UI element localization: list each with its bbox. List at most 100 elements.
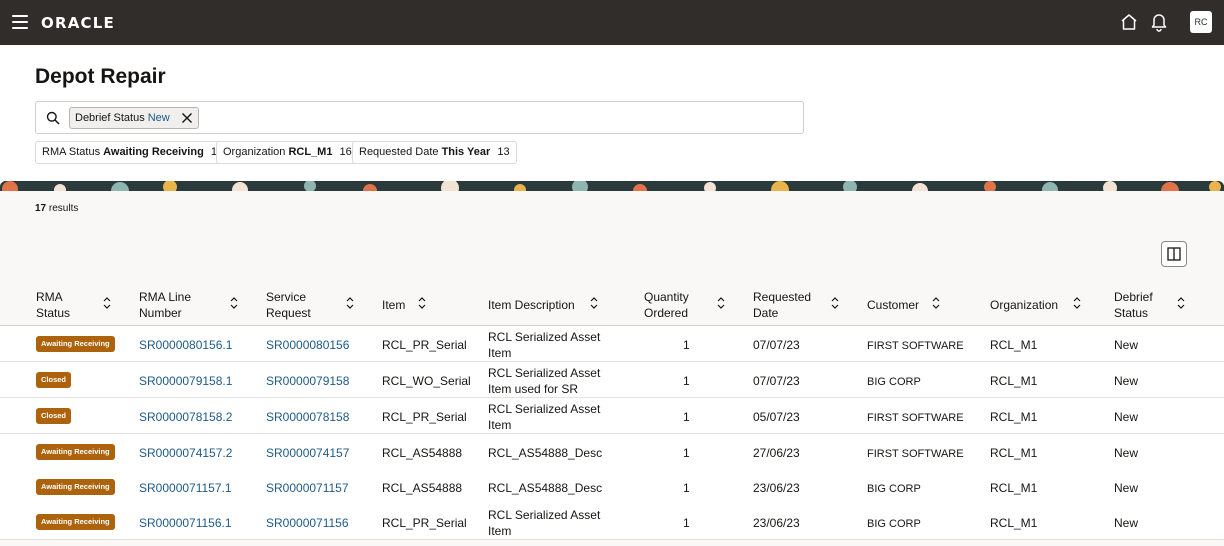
quantity-cell: 1 xyxy=(683,516,690,530)
oracle-logo[interactable]: ORACLE xyxy=(41,14,115,32)
column-header-item[interactable]: Item xyxy=(382,297,405,313)
organization-cell: RCL_M1 xyxy=(990,374,1038,388)
quantity-cell: 1 xyxy=(683,481,690,495)
service-request-link[interactable]: SR0000078158 xyxy=(266,409,349,425)
column-header-text: Date xyxy=(753,306,779,320)
column-header-text: Number xyxy=(139,306,182,320)
sort-icon[interactable] xyxy=(717,297,725,309)
sort-icon[interactable] xyxy=(932,297,940,309)
column-header-debrief-status[interactable]: Debrief Status xyxy=(1114,289,1153,321)
service-request-link[interactable]: SR0000074157 xyxy=(266,445,349,461)
column-header-service-request[interactable]: Service Request xyxy=(266,289,311,321)
customer-cell: FIRST SOFTWARE xyxy=(867,412,964,424)
suggestion-value: This Year xyxy=(441,146,491,158)
column-header-text: Organization xyxy=(990,298,1059,312)
filter-chip-label: Debrief Status xyxy=(75,112,145,124)
column-header-requested-date[interactable]: Requested Date xyxy=(753,289,811,321)
suggestion-label: Organization xyxy=(223,146,286,158)
table-row[interactable]: Awaiting Receiving SR0000074157.2 SR000007… xyxy=(0,434,1224,470)
service-request-link[interactable]: SR0000079158 xyxy=(266,373,349,389)
sort-icon[interactable] xyxy=(346,297,354,309)
column-header-text: Status xyxy=(36,306,71,320)
decorative-banner xyxy=(0,181,1224,191)
item-description-cell: RCL_AS54888_Desc xyxy=(488,445,602,461)
debrief-status-cell: New xyxy=(1114,516,1139,530)
organization-cell: RCL_M1 xyxy=(990,481,1038,495)
quantity-cell: 1 xyxy=(683,410,690,424)
item-description-cell: RCL Serialized Asset Item xyxy=(488,507,600,539)
customer-cell: BIG CORP xyxy=(867,518,921,530)
sort-icon[interactable] xyxy=(1177,297,1185,309)
sort-icon[interactable] xyxy=(590,297,598,309)
filter-chip-debrief-status[interactable]: Debrief Status New xyxy=(69,107,199,129)
suggestion-label: Requested Date xyxy=(359,146,439,158)
rma-line-link[interactable]: SR0000080156.1 xyxy=(139,337,232,353)
rma-line-link[interactable]: SR0000071156.1 xyxy=(139,515,232,531)
column-header-text: Item xyxy=(382,298,406,312)
item-description-line: Item xyxy=(488,524,512,538)
rma-line-link[interactable]: SR0000071157.1 xyxy=(139,480,232,496)
requested-date-cell: 23/06/23 xyxy=(753,481,800,495)
table-row[interactable]: Closed SR0000079158.1 SR0000079158 RCL_WO_S… xyxy=(0,362,1224,398)
column-header-text: Debrief xyxy=(1114,290,1153,304)
item-description-line: RCL_AS54888_Desc xyxy=(488,446,603,460)
column-header-text: Customer xyxy=(867,298,920,312)
organization-cell: RCL_M1 xyxy=(990,446,1038,460)
sort-icon[interactable] xyxy=(103,297,111,309)
menu-icon[interactable] xyxy=(12,15,28,29)
column-header-rma-status[interactable]: RMA Status xyxy=(36,289,70,321)
column-header-item-description[interactable]: Item Description xyxy=(488,297,575,313)
rma-line-link[interactable]: SR0000079158.1 xyxy=(139,373,232,389)
table-row[interactable]: Closed SR0000078158.2 SR0000078158 RCL_PR_S… xyxy=(0,398,1224,434)
item-description-cell: RCL Serialized Asset Item used for SR xyxy=(488,365,600,397)
item-description-line: RCL Serialized Asset xyxy=(488,402,601,416)
service-request-link[interactable]: SR0000080156 xyxy=(266,337,349,353)
sort-icon[interactable] xyxy=(1073,297,1081,309)
column-header-text: Ordered xyxy=(644,306,689,320)
rma-line-link[interactable]: SR0000078158.2 xyxy=(139,409,232,425)
rma-status-badge: Awaiting Receiving xyxy=(36,444,115,460)
manage-columns-button[interactable] xyxy=(1161,241,1187,267)
search-bar[interactable]: Debrief Status New xyxy=(35,101,804,134)
sort-icon[interactable] xyxy=(230,297,238,309)
customer-cell: BIG CORP xyxy=(867,376,921,388)
sort-icon[interactable] xyxy=(418,297,426,309)
column-header-customer[interactable]: Customer xyxy=(867,297,919,313)
column-header-quantity[interactable]: Quantity Ordered xyxy=(644,289,689,321)
quantity-cell: 1 xyxy=(683,374,690,388)
filter-chip-value: New xyxy=(147,112,170,124)
column-header-text: Quantity xyxy=(644,290,689,304)
item-cell: RCL_AS54888 xyxy=(382,481,463,495)
results-count: 17 results xyxy=(35,203,78,214)
item-description-cell: RCL Serialized Asset Item xyxy=(488,329,600,361)
bell-icon[interactable] xyxy=(1150,12,1168,32)
rma-line-link[interactable]: SR0000074157.2 xyxy=(139,445,232,461)
rma-status-badge: Awaiting Receiving xyxy=(36,514,115,530)
requested-date-cell: 05/07/23 xyxy=(753,410,800,424)
table-row[interactable]: Awaiting Receiving SR0000071156.1 SR000007… xyxy=(0,504,1224,540)
debrief-status-cell: New xyxy=(1114,410,1139,424)
home-icon[interactable] xyxy=(1120,13,1138,31)
suggestion-value: Awaiting Receiving xyxy=(103,146,204,158)
debrief-status-cell: New xyxy=(1114,481,1139,495)
suggestion-rma-status[interactable]: RMA Status Awaiting Receiving 12 xyxy=(35,141,231,164)
column-header-text: Service xyxy=(266,290,307,304)
table-row[interactable]: Awaiting Receiving SR0000071157.1 SR000007… xyxy=(0,469,1224,505)
organization-cell: RCL_M1 xyxy=(990,338,1038,352)
suggestion-organization[interactable]: Organization RCL_M1 16 xyxy=(216,141,359,164)
column-header-organization[interactable]: Organization xyxy=(990,297,1058,313)
suggestion-requested-date[interactable]: Requested Date This Year 13 xyxy=(352,141,517,164)
columns-icon xyxy=(1167,247,1181,261)
user-avatar[interactable]: RC xyxy=(1190,11,1212,33)
table-row[interactable]: Awaiting Receiving SR0000080156.1 SR000008… xyxy=(0,326,1224,362)
item-description-line: Item xyxy=(488,346,512,360)
results-count-number: 17 xyxy=(35,203,47,214)
column-header-text: Requested xyxy=(753,290,812,304)
service-request-link[interactable]: SR0000071156 xyxy=(266,515,349,531)
sort-icon[interactable] xyxy=(831,297,839,309)
column-header-rma-line[interactable]: RMA Line Number xyxy=(139,289,191,321)
close-icon[interactable] xyxy=(181,112,193,124)
suggestion-count: 13 xyxy=(497,146,510,158)
service-request-link[interactable]: SR0000071157 xyxy=(266,480,349,496)
item-cell: RCL_PR_Serial xyxy=(382,338,467,352)
